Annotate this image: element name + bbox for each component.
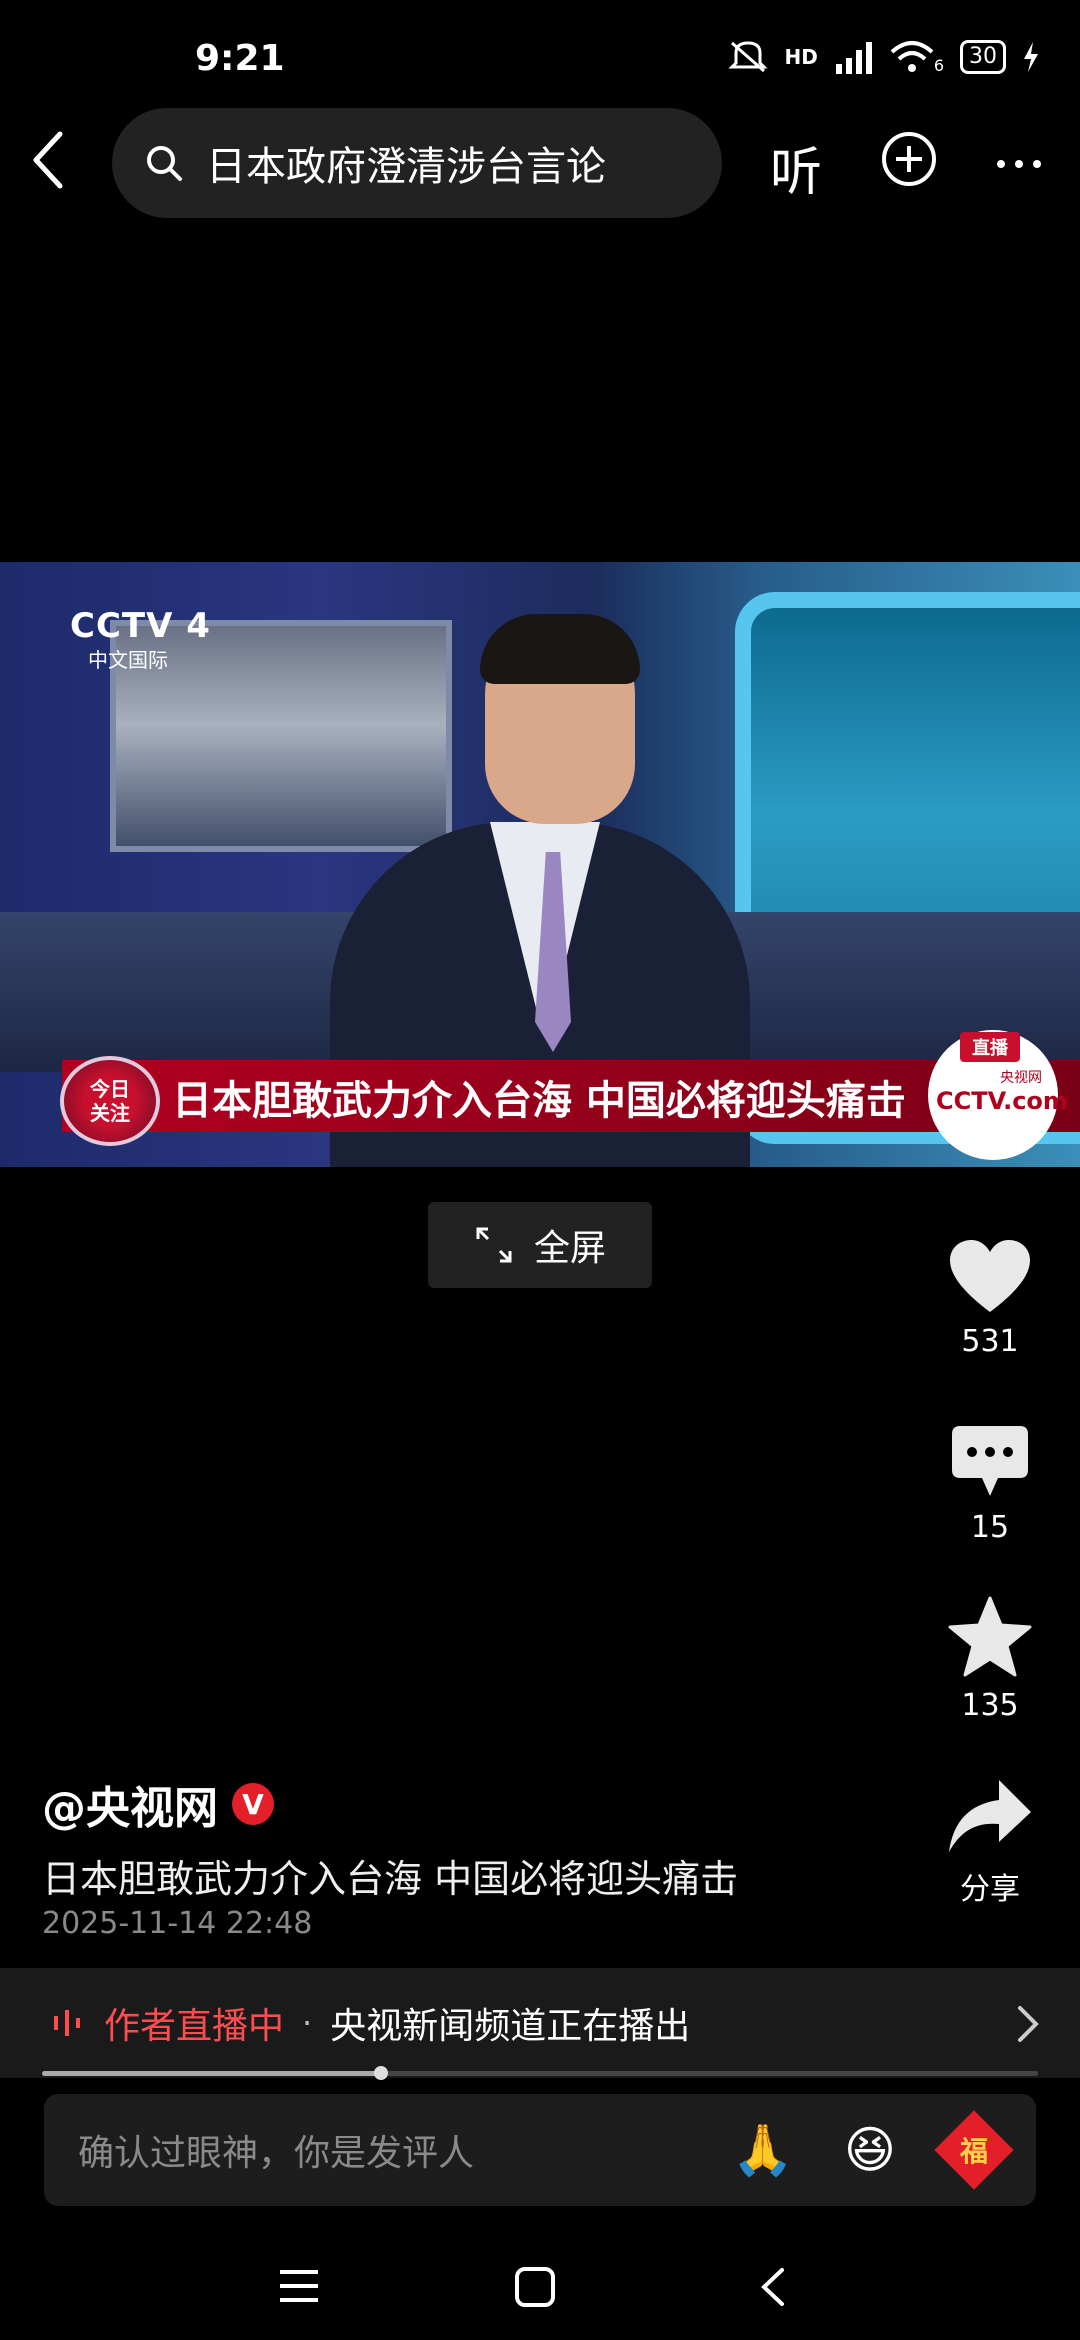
video-player[interactable]: CCTV 4 中文国际 日本胆敢武力介入台海 中国必将迎头痛击 今日 关注 直播 … [0, 562, 1080, 1167]
pray-emoji-button[interactable]: 🙏 [732, 2121, 794, 2180]
program-badge-line1: 今日 [90, 1077, 130, 1101]
star-icon [948, 1596, 1032, 1677]
comment-action[interactable]: 15 [940, 1424, 1040, 1545]
chevron-right-icon [1018, 2006, 1039, 2042]
heart-icon [950, 1240, 1030, 1312]
search-query: 日本政府澄清涉台言论 [206, 144, 606, 190]
back-icon[interactable] [28, 130, 68, 190]
comment-input[interactable]: 确认过眼神，你是发评人 [78, 2124, 732, 2176]
home-icon[interactable] [514, 2266, 556, 2308]
expand-icon [476, 1227, 512, 1263]
add-icon[interactable] [880, 130, 938, 188]
charging-icon [1024, 41, 1038, 72]
battery-indicator: 30 [960, 39, 1006, 74]
live-logo: CCTV.com [936, 1087, 1068, 1115]
system-nav-bar [0, 2240, 1080, 2340]
more-icon[interactable] [995, 158, 1043, 170]
live-logo-sub: 央视网 [1000, 1070, 1042, 1086]
live-label: 作者直播中 [104, 2006, 285, 2047]
live-separator: · [302, 2004, 313, 2042]
comment-count: 15 [970, 1510, 1010, 1545]
program-badge-line2: 关注 [90, 1101, 130, 1125]
menu-icon[interactable] [278, 2266, 320, 2306]
post-timestamp: 2025-11-14 22:48 [42, 1906, 313, 1941]
live-wave-icon [54, 2010, 80, 2036]
share-label: 分享 [960, 1872, 1020, 1907]
comment-bar[interactable]: 确认过眼神，你是发评人 🙏 😆 福 [44, 2094, 1036, 2206]
fullscreen-label: 全屏 [533, 1228, 606, 1269]
author-name[interactable]: @央视网 [42, 1772, 218, 1836]
channel-sub: 中文国际 [88, 648, 168, 672]
program-badge: 今日 关注 [60, 1056, 160, 1146]
wifi-sub: 6 [933, 56, 944, 75]
search-icon [147, 146, 182, 181]
author-live-bar[interactable]: 作者直播中 · 央视新闻频道正在播出 [0, 1968, 1080, 2078]
video-progress-handle[interactable] [374, 2066, 388, 2080]
comment-icon [952, 1426, 1028, 1496]
favorite-count: 135 [961, 1688, 1019, 1723]
mute-icon [728, 40, 769, 72]
like-action[interactable]: 531 [940, 1238, 1040, 1359]
anchor-hair [480, 614, 640, 684]
network-type: HD [784, 44, 818, 69]
signal-icon [835, 41, 872, 74]
live-tag: 直播 [960, 1032, 1020, 1062]
video-progress-fill [42, 2071, 381, 2076]
listen-button[interactable]: 听 [770, 130, 822, 205]
nav-back-icon[interactable] [758, 2266, 788, 2308]
verified-badge: V [232, 1783, 274, 1825]
author-row[interactable]: @央视网 V [42, 1772, 274, 1836]
status-icons: HD 6 30 [728, 38, 1040, 75]
wifi-icon [890, 40, 934, 72]
headline-text: 日本胆敢武力介入台海 中国必将迎头痛击 [172, 1078, 906, 1124]
laugh-emoji-button[interactable]: 😆 [844, 2121, 896, 2179]
live-text: 央视新闻频道正在播出 [330, 2006, 691, 2047]
post-description: 日本胆敢武力介入台海 中国必将迎头痛击 [42, 1857, 739, 1901]
channel-logo: CCTV 4 [70, 606, 211, 646]
share-action[interactable]: 分享 [940, 1778, 1040, 1908]
share-icon [949, 1780, 1031, 1852]
search-bar[interactable]: 日本政府澄清涉台言论 [112, 108, 722, 218]
favorite-action[interactable]: 135 [940, 1596, 1040, 1723]
fu-sticker-button[interactable]: 福 [934, 2110, 1014, 2190]
status-time: 9:21 [195, 38, 285, 79]
fullscreen-button[interactable]: 全屏 [428, 1202, 652, 1288]
like-count: 531 [961, 1324, 1019, 1359]
fu-char: 福 [959, 2134, 989, 2168]
